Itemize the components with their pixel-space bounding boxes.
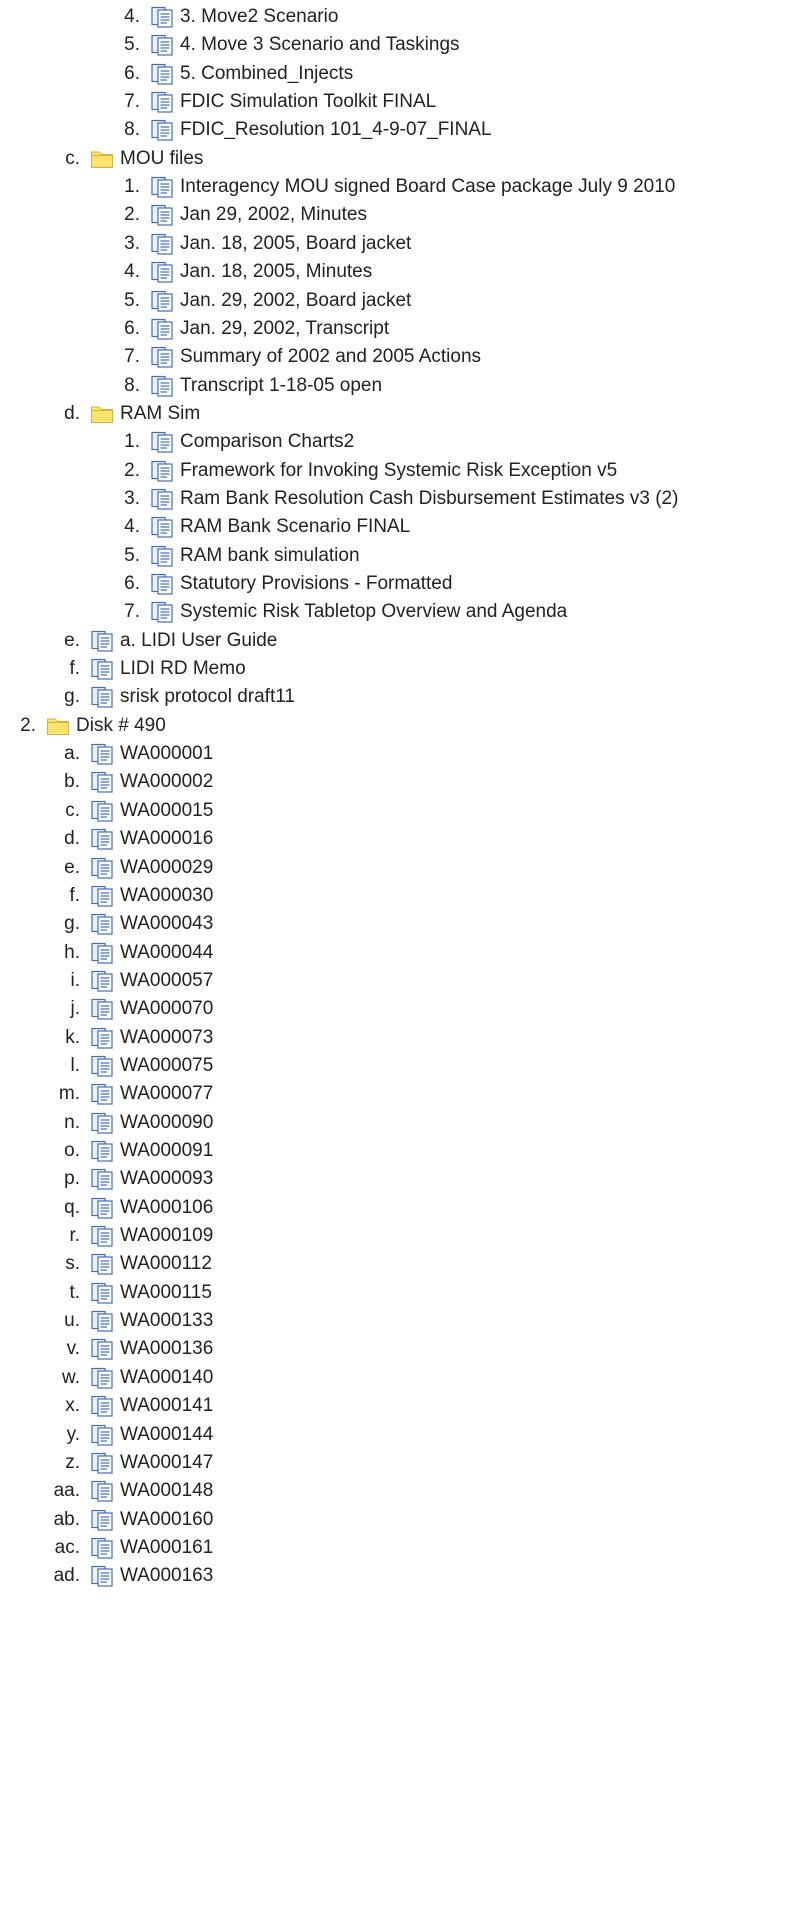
document-icon — [150, 232, 174, 256]
document-icon — [90, 884, 114, 908]
document-icon — [90, 1366, 114, 1390]
document-icon — [150, 260, 174, 284]
document-icon — [150, 459, 174, 483]
document-icon — [150, 90, 174, 114]
document-icon — [90, 1423, 114, 1447]
document-icon — [150, 62, 174, 86]
document-icon — [90, 1111, 114, 1135]
document-icon — [150, 600, 174, 624]
document-icon — [150, 203, 174, 227]
document-icon — [90, 1082, 114, 1106]
document-icon — [90, 1394, 114, 1418]
document-icon — [150, 118, 174, 142]
document-icon — [90, 1451, 114, 1475]
document-icon — [90, 1536, 114, 1560]
document-icon — [90, 1252, 114, 1276]
file-link[interactable]: WA000163 — [120, 1559, 213, 1593]
document-icon — [90, 827, 114, 851]
document-icon — [90, 1026, 114, 1050]
document-icon — [90, 1167, 114, 1191]
document-icon — [90, 657, 114, 681]
document-icon — [90, 912, 114, 936]
folder-icon — [90, 402, 114, 426]
folder-icon — [46, 714, 70, 738]
document-icon — [150, 430, 174, 454]
list-marker: ad. — [53, 1565, 80, 1587]
file-row[interactable]: ad. WA000163 — [0, 1559, 213, 1593]
document-icon — [150, 317, 174, 341]
document-icon — [150, 374, 174, 398]
document-icon — [150, 33, 174, 57]
document-icon — [90, 1309, 114, 1333]
document-icon — [90, 1337, 114, 1361]
document-icon — [150, 345, 174, 369]
document-icon — [150, 289, 174, 313]
document-icon — [150, 5, 174, 29]
document-icon — [90, 856, 114, 880]
document-icon — [150, 175, 174, 199]
document-icon — [90, 997, 114, 1021]
document-icon — [90, 1054, 114, 1078]
document-icon — [90, 685, 114, 709]
folder-icon — [90, 147, 114, 171]
document-icon — [90, 941, 114, 965]
document-icon — [90, 1281, 114, 1305]
document-icon — [90, 629, 114, 653]
document-icon — [150, 515, 174, 539]
document-icon — [90, 1196, 114, 1220]
file-link[interactable]: FDIC_Resolution 101_4-9-07_FINAL — [180, 113, 492, 147]
document-icon — [150, 487, 174, 511]
document-icon — [90, 969, 114, 993]
document-icon — [90, 1224, 114, 1248]
document-icon — [90, 742, 114, 766]
document-icon — [90, 1564, 114, 1588]
file-link[interactable]: Transcript 1-18-05 open — [180, 369, 382, 403]
document-icon — [90, 799, 114, 823]
document-icon — [150, 544, 174, 568]
document-icon — [90, 1508, 114, 1532]
document-icon — [150, 572, 174, 596]
document-icon — [90, 1479, 114, 1503]
document-icon — [90, 1139, 114, 1163]
document-icon — [90, 770, 114, 794]
